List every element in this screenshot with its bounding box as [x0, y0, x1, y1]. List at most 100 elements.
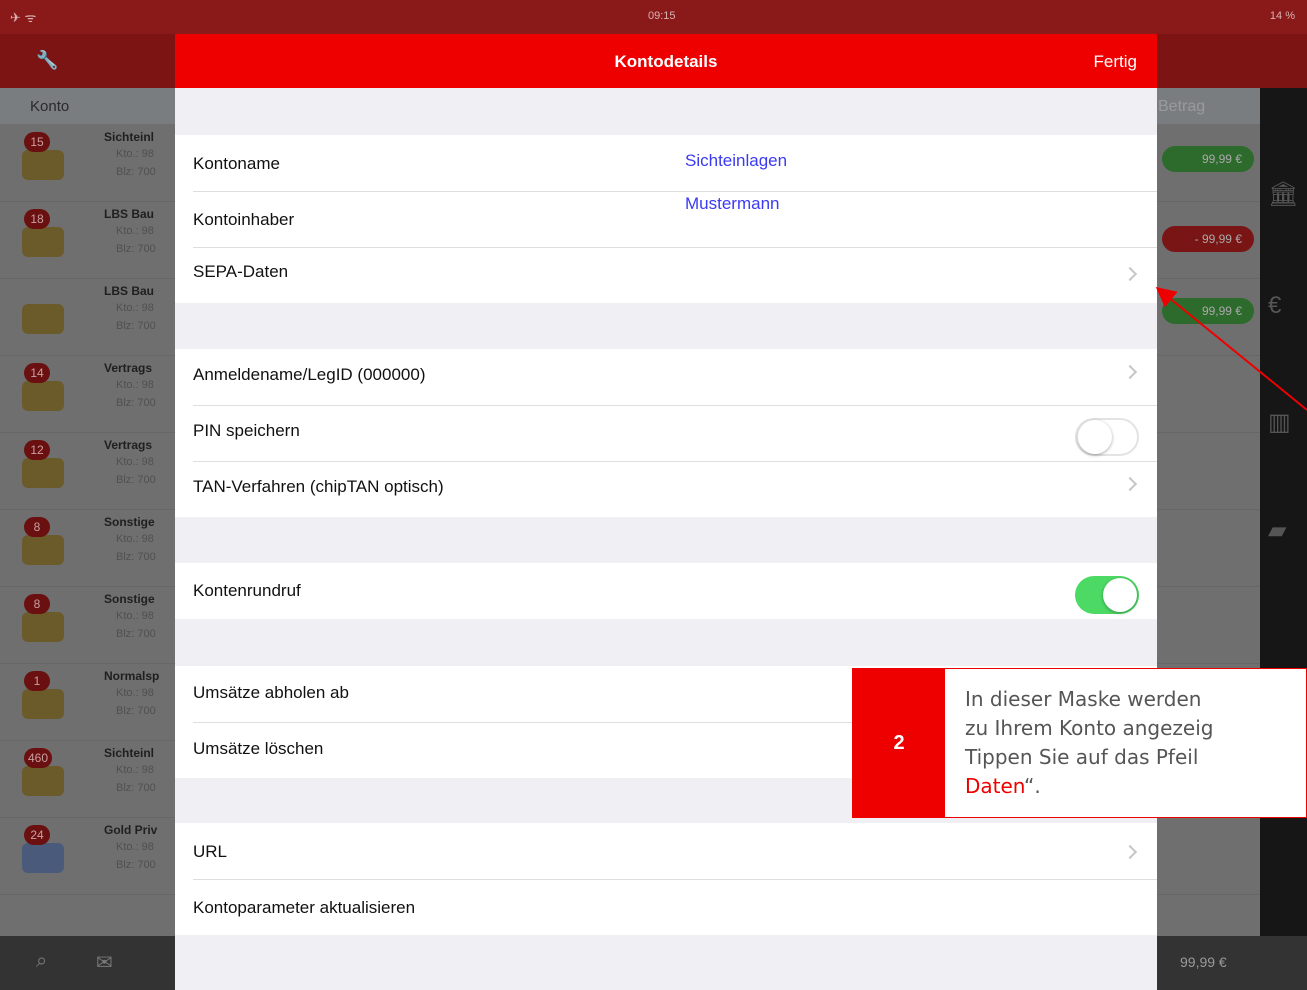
coins-icon: [22, 766, 64, 796]
count-badge: 24: [24, 825, 50, 845]
account-name: Sichteinl: [104, 746, 155, 760]
folder-icon[interactable]: ▰: [1268, 516, 1286, 545]
callout-text: In dieser Maske werden zu Ihrem Konto an…: [965, 685, 1306, 801]
transfer-icon[interactable]: €: [1268, 292, 1281, 320]
row-kontoinhaber[interactable]: Kontoinhaber Mustermann: [175, 191, 1157, 247]
row-label: Kontoparameter aktualisieren: [193, 898, 416, 917]
row-label: SEPA-Daten: [193, 262, 289, 281]
row-pin-speichern: PIN speichern: [175, 405, 1157, 461]
contract-coins-icon: [22, 458, 64, 488]
credit-card-icon: [22, 843, 64, 873]
account-number: Kto.: 98: [116, 841, 154, 853]
count-badge: 8: [24, 517, 50, 537]
battery-level: 14 %: [1269, 10, 1295, 22]
done-button[interactable]: Fertig: [1094, 52, 1137, 72]
row-kontoname[interactable]: Kontoname Sichteinlagen: [175, 135, 1157, 191]
percent-coins-icon: [22, 612, 64, 642]
count-badge: 8: [24, 594, 50, 614]
account-name: Sonstige: [104, 515, 155, 529]
bank-code: Blz: 700: [116, 320, 156, 332]
row-label: Anmeldename/LegID (000000): [193, 365, 426, 384]
row-label: Kontoinhaber: [193, 210, 295, 229]
toggle-knob: [1103, 578, 1137, 612]
total-amount: 99,99 €: [1180, 954, 1227, 970]
bank-code: Blz: 700: [116, 397, 156, 409]
mail-icon[interactable]: ✉: [96, 950, 113, 975]
modal-title: Kontodetails: [614, 52, 718, 71]
bank-code: Blz: 700: [116, 628, 156, 640]
row-label: URL: [193, 842, 228, 861]
contract-coins-icon: [22, 381, 64, 411]
account-name: Normalsp: [104, 669, 160, 683]
row-label: Kontoname: [193, 154, 280, 173]
count-badge: 12: [24, 440, 50, 460]
status-bar: ✈ ᯤ 09:15 14 %: [0, 0, 1307, 34]
kontoinhaber-value[interactable]: Mustermann: [685, 194, 779, 214]
kontenrundruf-toggle[interactable]: [1075, 576, 1139, 614]
callout-line: In dieser Maske werden: [965, 687, 1202, 711]
step-number: 2: [853, 669, 945, 817]
airplane-wifi-icon: ✈ ᯤ: [10, 10, 37, 25]
chevron-right-icon[interactable]: [1122, 364, 1138, 380]
callout-line: Daten“.: [965, 772, 1306, 801]
callout-line: Tippen Sie auf das Pfeil: [965, 745, 1199, 769]
row-kontoparameter[interactable]: Kontoparameter aktualisieren: [175, 879, 1157, 935]
row-tan-verfahren[interactable]: TAN-Verfahren (chipTAN optisch): [175, 461, 1157, 517]
bank-icon[interactable]: 🏛: [1268, 180, 1298, 209]
login-group: Anmeldename/LegID (000000) PIN speichern…: [175, 349, 1157, 517]
row-url[interactable]: URL: [175, 823, 1157, 879]
kontoname-value[interactable]: Sichteinlagen: [685, 151, 787, 171]
row-label: Kontenrundruf: [193, 581, 301, 600]
row-anmeldename[interactable]: Anmeldename/LegID (000000): [175, 349, 1157, 405]
bank-code: Blz: 700: [116, 782, 156, 794]
modal-header: Kontodetails Fertig: [175, 34, 1157, 88]
account-number: Kto.: 98: [116, 225, 154, 237]
callout-highlight: Daten: [965, 774, 1025, 798]
status-time: 09:15: [648, 10, 676, 22]
instruction-callout: 2 In dieser Maske werden zu Ihrem Konto …: [852, 668, 1307, 818]
column-betrag[interactable]: Betrag: [1158, 98, 1205, 116]
account-name: Sichteinl: [104, 130, 155, 144]
row-kontenrundruf: Kontenrundruf: [175, 563, 1157, 619]
account-name: Vertrags: [104, 361, 153, 375]
account-info-group: Kontoname Sichteinlagen Kontoinhaber Mus…: [175, 135, 1157, 303]
bank-code: Blz: 700: [116, 551, 156, 563]
bank-code: Blz: 700: [116, 705, 156, 717]
kontenrundruf-group: Kontenrundruf: [175, 563, 1157, 619]
account-number: Kto.: 98: [116, 533, 154, 545]
account-number: Kto.: 98: [116, 302, 154, 314]
amount-pill: 99,99 €: [1162, 146, 1254, 172]
pin-toggle[interactable]: [1075, 418, 1139, 456]
search-icon[interactable]: ⌕: [36, 950, 47, 973]
bank-code: Blz: 700: [116, 166, 156, 178]
account-number: Kto.: 98: [116, 379, 154, 391]
chevron-right-icon[interactable]: [1122, 266, 1138, 282]
bank-code: Blz: 700: [116, 474, 156, 486]
house-coins-icon: [22, 304, 64, 334]
house-coins-icon: [22, 227, 64, 257]
contract-coins-icon: [22, 689, 64, 719]
row-label: Umsätze löschen: [193, 739, 324, 758]
account-number: Kto.: 98: [116, 456, 154, 468]
count-badge: 18: [24, 209, 50, 229]
account-name: Gold Priv: [104, 823, 158, 837]
row-label: PIN speichern: [193, 421, 300, 440]
column-konto[interactable]: Konto: [30, 98, 69, 115]
row-label: TAN-Verfahren (chipTAN optisch): [193, 477, 444, 496]
bank-code: Blz: 700: [116, 859, 156, 871]
account-name: LBS Bau: [104, 284, 155, 298]
account-number: Kto.: 98: [116, 764, 154, 776]
amount-pill: - 99,99 €: [1162, 226, 1254, 252]
count-badge: 14: [24, 363, 50, 383]
chart-icon[interactable]: ▥: [1268, 408, 1291, 437]
bank-code: Blz: 700: [116, 243, 156, 255]
account-name: Sonstige: [104, 592, 155, 606]
chevron-right-icon[interactable]: [1122, 476, 1138, 492]
chevron-right-icon[interactable]: [1122, 844, 1138, 860]
coins-icon: [22, 150, 64, 180]
percent-coins-icon: [22, 535, 64, 565]
url-group: URL Kontoparameter aktualisieren: [175, 823, 1157, 935]
row-sepa-daten[interactable]: SEPA-Daten: [175, 247, 1157, 303]
wrench-icon[interactable]: 🔧: [36, 50, 58, 71]
account-number: Kto.: 98: [116, 610, 154, 622]
